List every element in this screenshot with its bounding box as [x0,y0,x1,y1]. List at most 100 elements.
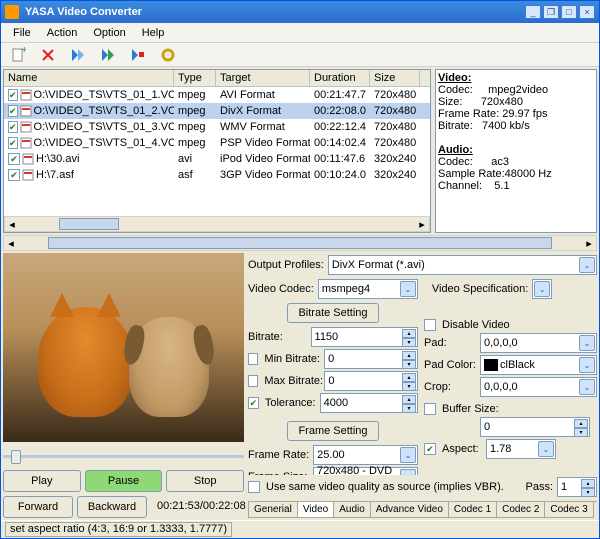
table-row[interactable]: ✔O:\VIDEO_TS\VTS_01_2.VOBmpegDivX Format… [4,103,430,119]
list-header: Name Type Target Duration Size [4,70,430,87]
tab-generial[interactable]: Generial [248,502,298,518]
video-spec-combo[interactable]: ⌄ [532,279,552,299]
bitrate-input[interactable]: 1150▴▾ [311,327,418,347]
pause-button[interactable]: Pause [85,470,163,492]
buffer-size-checkbox[interactable] [424,403,436,415]
table-row[interactable]: ✔O:\VIDEO_TS\VTS_01_4.VOBmpegPSP Video F… [4,135,430,151]
buffer-size-input[interactable]: 0▴▾ [480,417,590,437]
menu-file[interactable]: File [5,25,39,41]
forward-button[interactable]: Forward [3,496,73,518]
tab-codec-1[interactable]: Codec 1 [448,502,497,518]
row-checkbox[interactable]: ✔ [8,121,18,133]
tolerance-checkbox[interactable]: ✔ [248,397,259,409]
pad-color-label: Pad Color: [424,359,476,371]
row-target: 3GP Video Format [216,169,310,181]
disable-video-checkbox[interactable] [424,319,436,331]
row-duration: 00:21:47.7 [310,89,370,101]
list-hscroll[interactable]: ◂ ▸ [4,216,430,232]
frame-rate-combo[interactable]: 25.00⌄ [313,445,418,465]
file-icon [20,121,34,133]
table-row[interactable]: ✔O:\VIDEO_TS\VTS_01_3.VOBmpegWMV Format0… [4,119,430,135]
col-size-header[interactable]: Size [370,70,420,86]
chevron-down-icon: ⌄ [579,379,595,395]
tab-advance-video[interactable]: Advance Video [370,502,449,518]
max-bitrate-checkbox[interactable] [248,375,258,387]
pass-input[interactable]: 1▴▾ [557,477,597,497]
close-button[interactable]: × [579,5,595,19]
table-row[interactable]: ✔H:\30.aviaviiPod Video Format00:11:47.6… [4,151,430,167]
row-type: mpeg [174,121,216,133]
aspect-input[interactable]: 1.78⌄ [486,439,556,459]
row-target: DivX Format [216,105,310,117]
preview-panel: Play Pause Stop Forward Backward 00:21:5… [1,251,246,520]
tolerance-input[interactable]: 4000▴▾ [320,393,418,413]
backward-button[interactable]: Backward [77,496,147,518]
info-video-heading: Video: [438,72,594,84]
row-name: O:\VIDEO_TS\VTS_01_4.VOB [34,137,174,149]
table-row[interactable]: ✔H:\7.asfasf3GP Video Format00:10:24.032… [4,167,430,183]
stop-convert-icon[interactable] [129,46,147,64]
video-spec-label: Video Specification: [432,283,528,295]
col-target-header[interactable]: Target [216,70,310,86]
chevron-down-icon: ⌄ [534,281,550,297]
remove-file-icon[interactable] [39,46,57,64]
frame-setting-button[interactable]: Frame Setting [287,421,378,441]
video-preview [3,253,244,442]
row-name: H:\30.avi [36,153,79,165]
file-icon [22,169,36,181]
col-duration-header[interactable]: Duration [310,70,370,86]
video-codec-combo[interactable]: msmpeg4⌄ [318,279,418,299]
maximize-button[interactable]: □ [561,5,577,19]
minimize-button[interactable]: _ [525,5,541,19]
seek-slider[interactable] [3,446,244,466]
row-checkbox[interactable]: ✔ [8,137,18,149]
list-body[interactable]: ✔O:\VIDEO_TS\VTS_01_1.VOBmpegAVI Format0… [4,87,430,216]
menu-help[interactable]: Help [134,25,173,41]
convert-icon[interactable] [69,46,87,64]
splitter-hscroll[interactable]: ◂ ▸ [3,235,597,251]
min-bitrate-input[interactable]: 0▴▾ [324,349,418,369]
frame-size-combo[interactable]: 720x480 - DVD compli⌄ [313,467,418,475]
row-checkbox[interactable]: ✔ [8,153,20,165]
chevron-down-icon: ⌄ [400,281,416,297]
add-file-icon[interactable]: + [9,46,27,64]
tab-video[interactable]: Video [297,502,334,518]
frame-rate-label: Frame Rate: [248,449,309,461]
menu-action[interactable]: Action [39,25,86,41]
tab-audio[interactable]: Audio [333,502,371,518]
pass-label: Pass: [525,481,553,493]
row-size: 720x480 [370,105,420,117]
min-bitrate-checkbox[interactable] [248,353,258,365]
bottom-row: Play Pause Stop Forward Backward 00:21:5… [1,251,599,520]
file-icon [20,89,34,101]
row-name: O:\VIDEO_TS\VTS_01_3.VOB [34,121,174,133]
output-profiles-combo[interactable]: DivX Format (*.avi)⌄ [328,255,597,275]
restore-button[interactable]: ❐ [543,5,559,19]
row-checkbox[interactable]: ✔ [8,169,20,181]
vbr-checkbox[interactable] [248,481,260,493]
settings-icon[interactable] [159,46,177,64]
max-bitrate-input[interactable]: 0▴▾ [324,371,418,391]
bitrate-setting-button[interactable]: Bitrate Setting [287,303,378,323]
stop-button[interactable]: Stop [166,470,244,492]
pad-input[interactable]: 0,0,0,0⌄ [480,333,597,353]
menu-option[interactable]: Option [85,25,133,41]
status-text: set aspect ratio (4:3, 16:9 or 1.3333, 1… [5,522,232,537]
aspect-checkbox[interactable]: ✔ [424,443,436,455]
timecode: 00:21:53/00:22:08 [157,496,246,518]
row-checkbox[interactable]: ✔ [8,89,18,101]
col-name-header[interactable]: Name [4,70,174,86]
col-type-header[interactable]: Type [174,70,216,86]
play-button[interactable]: Play [3,470,81,492]
crop-input[interactable]: 0,0,0,0⌄ [480,377,597,397]
row-type: mpeg [174,105,216,117]
crop-label: Crop: [424,381,476,393]
row-checkbox[interactable]: ✔ [8,105,18,117]
pad-color-combo[interactable]: clBlack⌄ [480,355,597,375]
table-row[interactable]: ✔O:\VIDEO_TS\VTS_01_1.VOBmpegAVI Format0… [4,87,430,103]
tab-codec-2[interactable]: Codec 2 [496,502,545,518]
convert-selected-icon[interactable] [99,46,117,64]
chevron-down-icon: ⌄ [579,257,595,273]
row-target: WMV Format [216,121,310,133]
tab-codec-3[interactable]: Codec 3 [544,502,593,518]
